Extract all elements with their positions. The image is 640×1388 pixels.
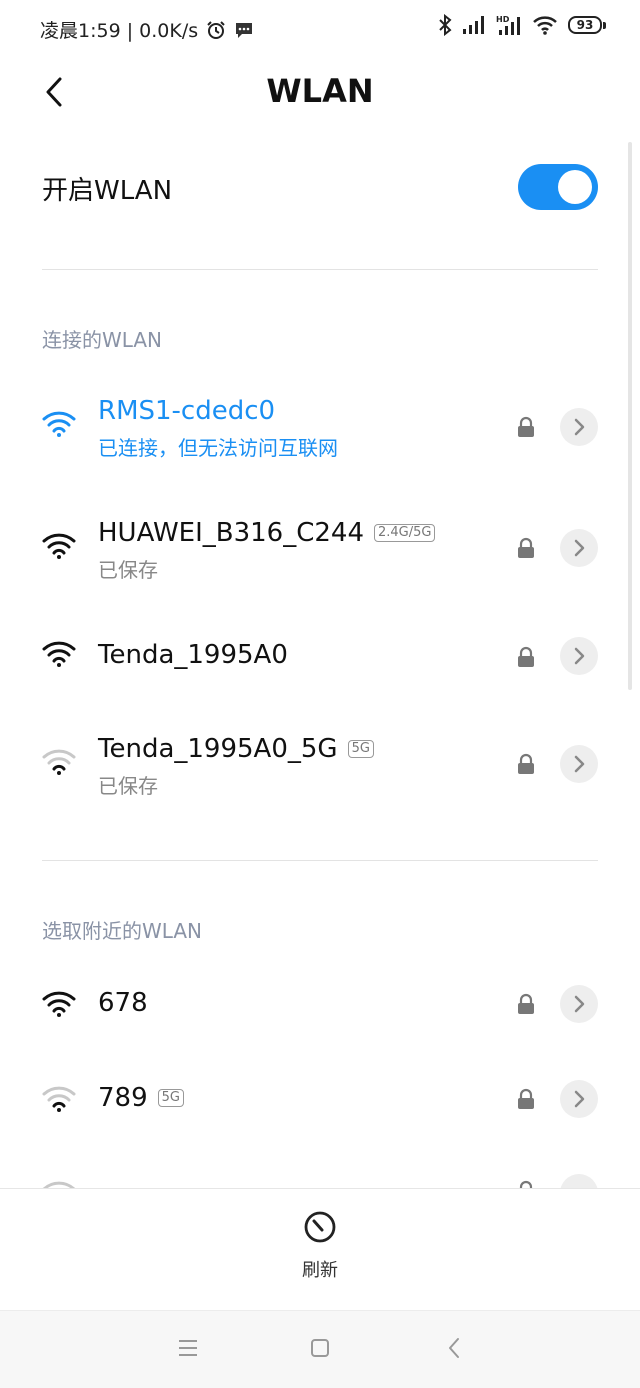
lock-icon	[519, 1180, 533, 1188]
wlan-toggle-label: 开启WLAN	[42, 176, 173, 206]
battery-indicator: 93	[568, 16, 606, 34]
network-details-button[interactable]	[560, 1080, 598, 1118]
wifi-strength-icon	[42, 991, 76, 1017]
bluetooth-icon	[439, 14, 452, 36]
network-details-button[interactable]	[560, 1174, 598, 1188]
network-row[interactable]: 678	[0, 958, 640, 1053]
wifi-strength-icon	[42, 533, 76, 559]
network-row[interactable]: RMS1-cdedc0 已连接，但无法访问互联网	[0, 380, 640, 475]
network-name: HUAWEI_B316_C244 2.4G/5G	[98, 518, 436, 548]
menu-nav-button[interactable]	[166, 1326, 210, 1370]
network-details-button[interactable]	[560, 985, 598, 1023]
network-row[interactable]: HUAWEI_B316_C244 2.4G/5G 已保存	[0, 502, 640, 597]
network-row[interactable]: Tenda_1995A0	[0, 610, 640, 705]
band-badge: 5G	[347, 740, 374, 758]
lock-icon	[518, 753, 534, 774]
network-details-button[interactable]	[560, 529, 598, 567]
back-chevron-icon	[449, 1338, 459, 1358]
wifi-strength-icon	[42, 641, 76, 667]
toggle-knob	[558, 170, 592, 204]
message-icon	[236, 22, 253, 38]
chevron-right-icon	[574, 995, 585, 1013]
network-details-button[interactable]	[560, 745, 598, 783]
wifi-strength-icon	[42, 411, 76, 437]
network-status: 已保存	[98, 774, 158, 798]
chevron-right-icon	[574, 418, 585, 436]
refresh-icon	[304, 1211, 336, 1243]
chevron-right-icon	[574, 755, 585, 773]
network-status: 已连接，但无法访问互联网	[98, 436, 338, 460]
battery-level: 93	[568, 16, 602, 34]
refresh-button[interactable]: 刷新	[270, 1210, 370, 1281]
section-header-nearby: 选取附近的WLAN	[42, 919, 203, 943]
lock-icon	[518, 993, 534, 1014]
network-row[interactable]: Tenda_1995A0_5G 5G 已保存	[0, 718, 640, 813]
wlan-toggle-switch[interactable]	[518, 164, 598, 210]
menu-icon	[179, 1340, 197, 1356]
divider	[42, 860, 598, 861]
wifi-strength-icon	[42, 1086, 76, 1112]
network-name: RMS1-cdedc0	[98, 396, 276, 426]
network-status: 已保存	[98, 558, 158, 582]
network-details-button[interactable]	[560, 637, 598, 675]
signal-icon	[463, 16, 484, 34]
chevron-right-icon	[574, 647, 585, 665]
divider	[42, 269, 598, 270]
lock-icon	[518, 1088, 534, 1109]
section-header-saved: 连接的WLAN	[42, 328, 163, 352]
band-badge: 5G	[157, 1089, 184, 1107]
scrollbar[interactable]	[628, 142, 632, 690]
status-bar-right: HD 93	[438, 14, 606, 36]
network-name: 789 5G	[98, 1083, 184, 1113]
wifi-strength-icon	[42, 1181, 76, 1188]
alarm-icon	[207, 20, 225, 39]
lock-icon	[518, 416, 534, 437]
network-row[interactable]: 789 5G	[0, 1053, 640, 1148]
network-name: 678	[98, 988, 148, 1018]
network-name: Tenda_1995A0_5G 5G	[98, 734, 374, 764]
network-name: Tenda_1995A0	[98, 640, 288, 670]
hd-signal-icon: HD	[496, 15, 520, 35]
lock-icon	[518, 646, 534, 667]
home-nav-button[interactable]	[298, 1326, 342, 1370]
wifi-strength-icon	[42, 749, 76, 775]
network-row-partial[interactable]	[0, 1170, 640, 1188]
svg-text:HD: HD	[496, 15, 510, 24]
page-title: WLAN	[266, 72, 374, 110]
band-badge: 2.4G/5G	[374, 524, 436, 542]
back-nav-button[interactable]	[432, 1326, 476, 1370]
home-square-icon	[311, 1339, 329, 1357]
chevron-right-icon	[574, 1090, 585, 1108]
status-time: 凌晨1:59 | 0.0K/s	[40, 20, 199, 42]
status-bar-left: 凌晨1:59 | 0.0K/s	[40, 16, 254, 43]
chevron-right-icon	[574, 539, 585, 557]
lock-icon	[518, 537, 534, 558]
refresh-label: 刷新	[302, 1260, 338, 1281]
wifi-status-icon	[533, 16, 557, 35]
network-details-button[interactable]	[560, 408, 598, 446]
